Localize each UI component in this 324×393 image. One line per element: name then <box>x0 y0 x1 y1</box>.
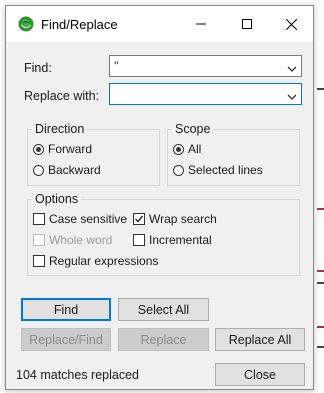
replace-button: Replace <box>118 328 209 351</box>
close-icon <box>286 18 297 30</box>
editor-text-fragment <box>317 282 324 284</box>
find-button[interactable]: Find <box>21 298 111 321</box>
find-label: Find: <box>24 61 52 75</box>
whole-word-checkbox: Whole word <box>33 233 112 247</box>
wrap-search-label: Wrap search <box>149 212 217 226</box>
radio-indicator <box>33 164 44 176</box>
wrap-search-checkbox[interactable]: Wrap search <box>133 212 217 226</box>
editor-text-fragment <box>317 326 324 328</box>
radio-indicator <box>33 143 44 155</box>
status-message: 104 matches replaced <box>16 368 139 382</box>
radio-backward-label: Backward <box>48 163 101 177</box>
editor-text-fragment <box>317 88 324 90</box>
incremental-checkbox[interactable]: Incremental <box>133 233 212 247</box>
minimize-icon <box>195 23 206 25</box>
checkbox-box <box>33 255 45 267</box>
replace-all-button[interactable]: Replace All <box>215 328 305 351</box>
editor-text-fragment <box>317 270 324 272</box>
replace-input[interactable] <box>109 83 302 105</box>
find-replace-dialog: Find/Replace Find: '' Replace with: Dire… <box>5 5 314 390</box>
eclipse-app-icon <box>18 16 34 32</box>
radio-forward-label: Forward <box>48 142 93 156</box>
scope-group <box>167 129 300 186</box>
case-sensitive-label: Case sensitive <box>49 212 128 226</box>
regular-expressions-label: Regular expressions <box>49 254 159 268</box>
find-input-value: '' <box>114 59 119 73</box>
select-all-button[interactable]: Select All <box>118 298 209 321</box>
incremental-label: Incremental <box>149 233 212 247</box>
editor-text-fragment <box>317 208 324 210</box>
maximize-icon <box>241 19 252 29</box>
radio-selected-lines-label: Selected lines <box>188 163 263 177</box>
title-bar[interactable]: Find/Replace <box>6 6 313 42</box>
window-title: Find/Replace <box>41 17 118 32</box>
direction-group-title: Direction <box>32 122 88 136</box>
chevron-down-icon[interactable] <box>287 90 297 104</box>
maximize-button[interactable] <box>224 6 269 42</box>
direction-group <box>27 129 160 186</box>
radio-forward[interactable]: Forward <box>33 142 92 156</box>
radio-backward[interactable]: Backward <box>33 163 101 177</box>
radio-scope-all-label: All <box>188 142 202 156</box>
options-group-title: Options <box>32 192 82 206</box>
checkbox-box <box>33 213 45 225</box>
chevron-down-icon[interactable] <box>287 62 297 76</box>
checkbox-box <box>133 213 145 225</box>
minimize-button[interactable] <box>178 6 223 42</box>
close-window-button[interactable] <box>269 6 314 42</box>
regular-expressions-checkbox[interactable]: Regular expressions <box>33 254 158 268</box>
case-sensitive-checkbox[interactable]: Case sensitive <box>33 212 127 226</box>
checkmark-icon <box>135 215 144 223</box>
radio-selected-lines[interactable]: Selected lines <box>173 163 263 177</box>
replace-label: Replace with: <box>24 89 100 103</box>
close-button[interactable]: Close <box>215 363 305 386</box>
checkbox-box <box>133 234 145 246</box>
find-input[interactable]: '' <box>109 55 302 77</box>
background-editor-edge <box>314 0 324 393</box>
radio-indicator <box>173 164 184 176</box>
radio-scope-all[interactable]: All <box>173 142 201 156</box>
radio-indicator <box>173 143 184 155</box>
replace-find-button: Replace/Find <box>21 328 111 351</box>
whole-word-label: Whole word <box>49 233 113 247</box>
editor-text-fragment <box>317 346 324 348</box>
checkbox-box <box>33 234 45 246</box>
scope-group-title: Scope <box>172 122 214 136</box>
